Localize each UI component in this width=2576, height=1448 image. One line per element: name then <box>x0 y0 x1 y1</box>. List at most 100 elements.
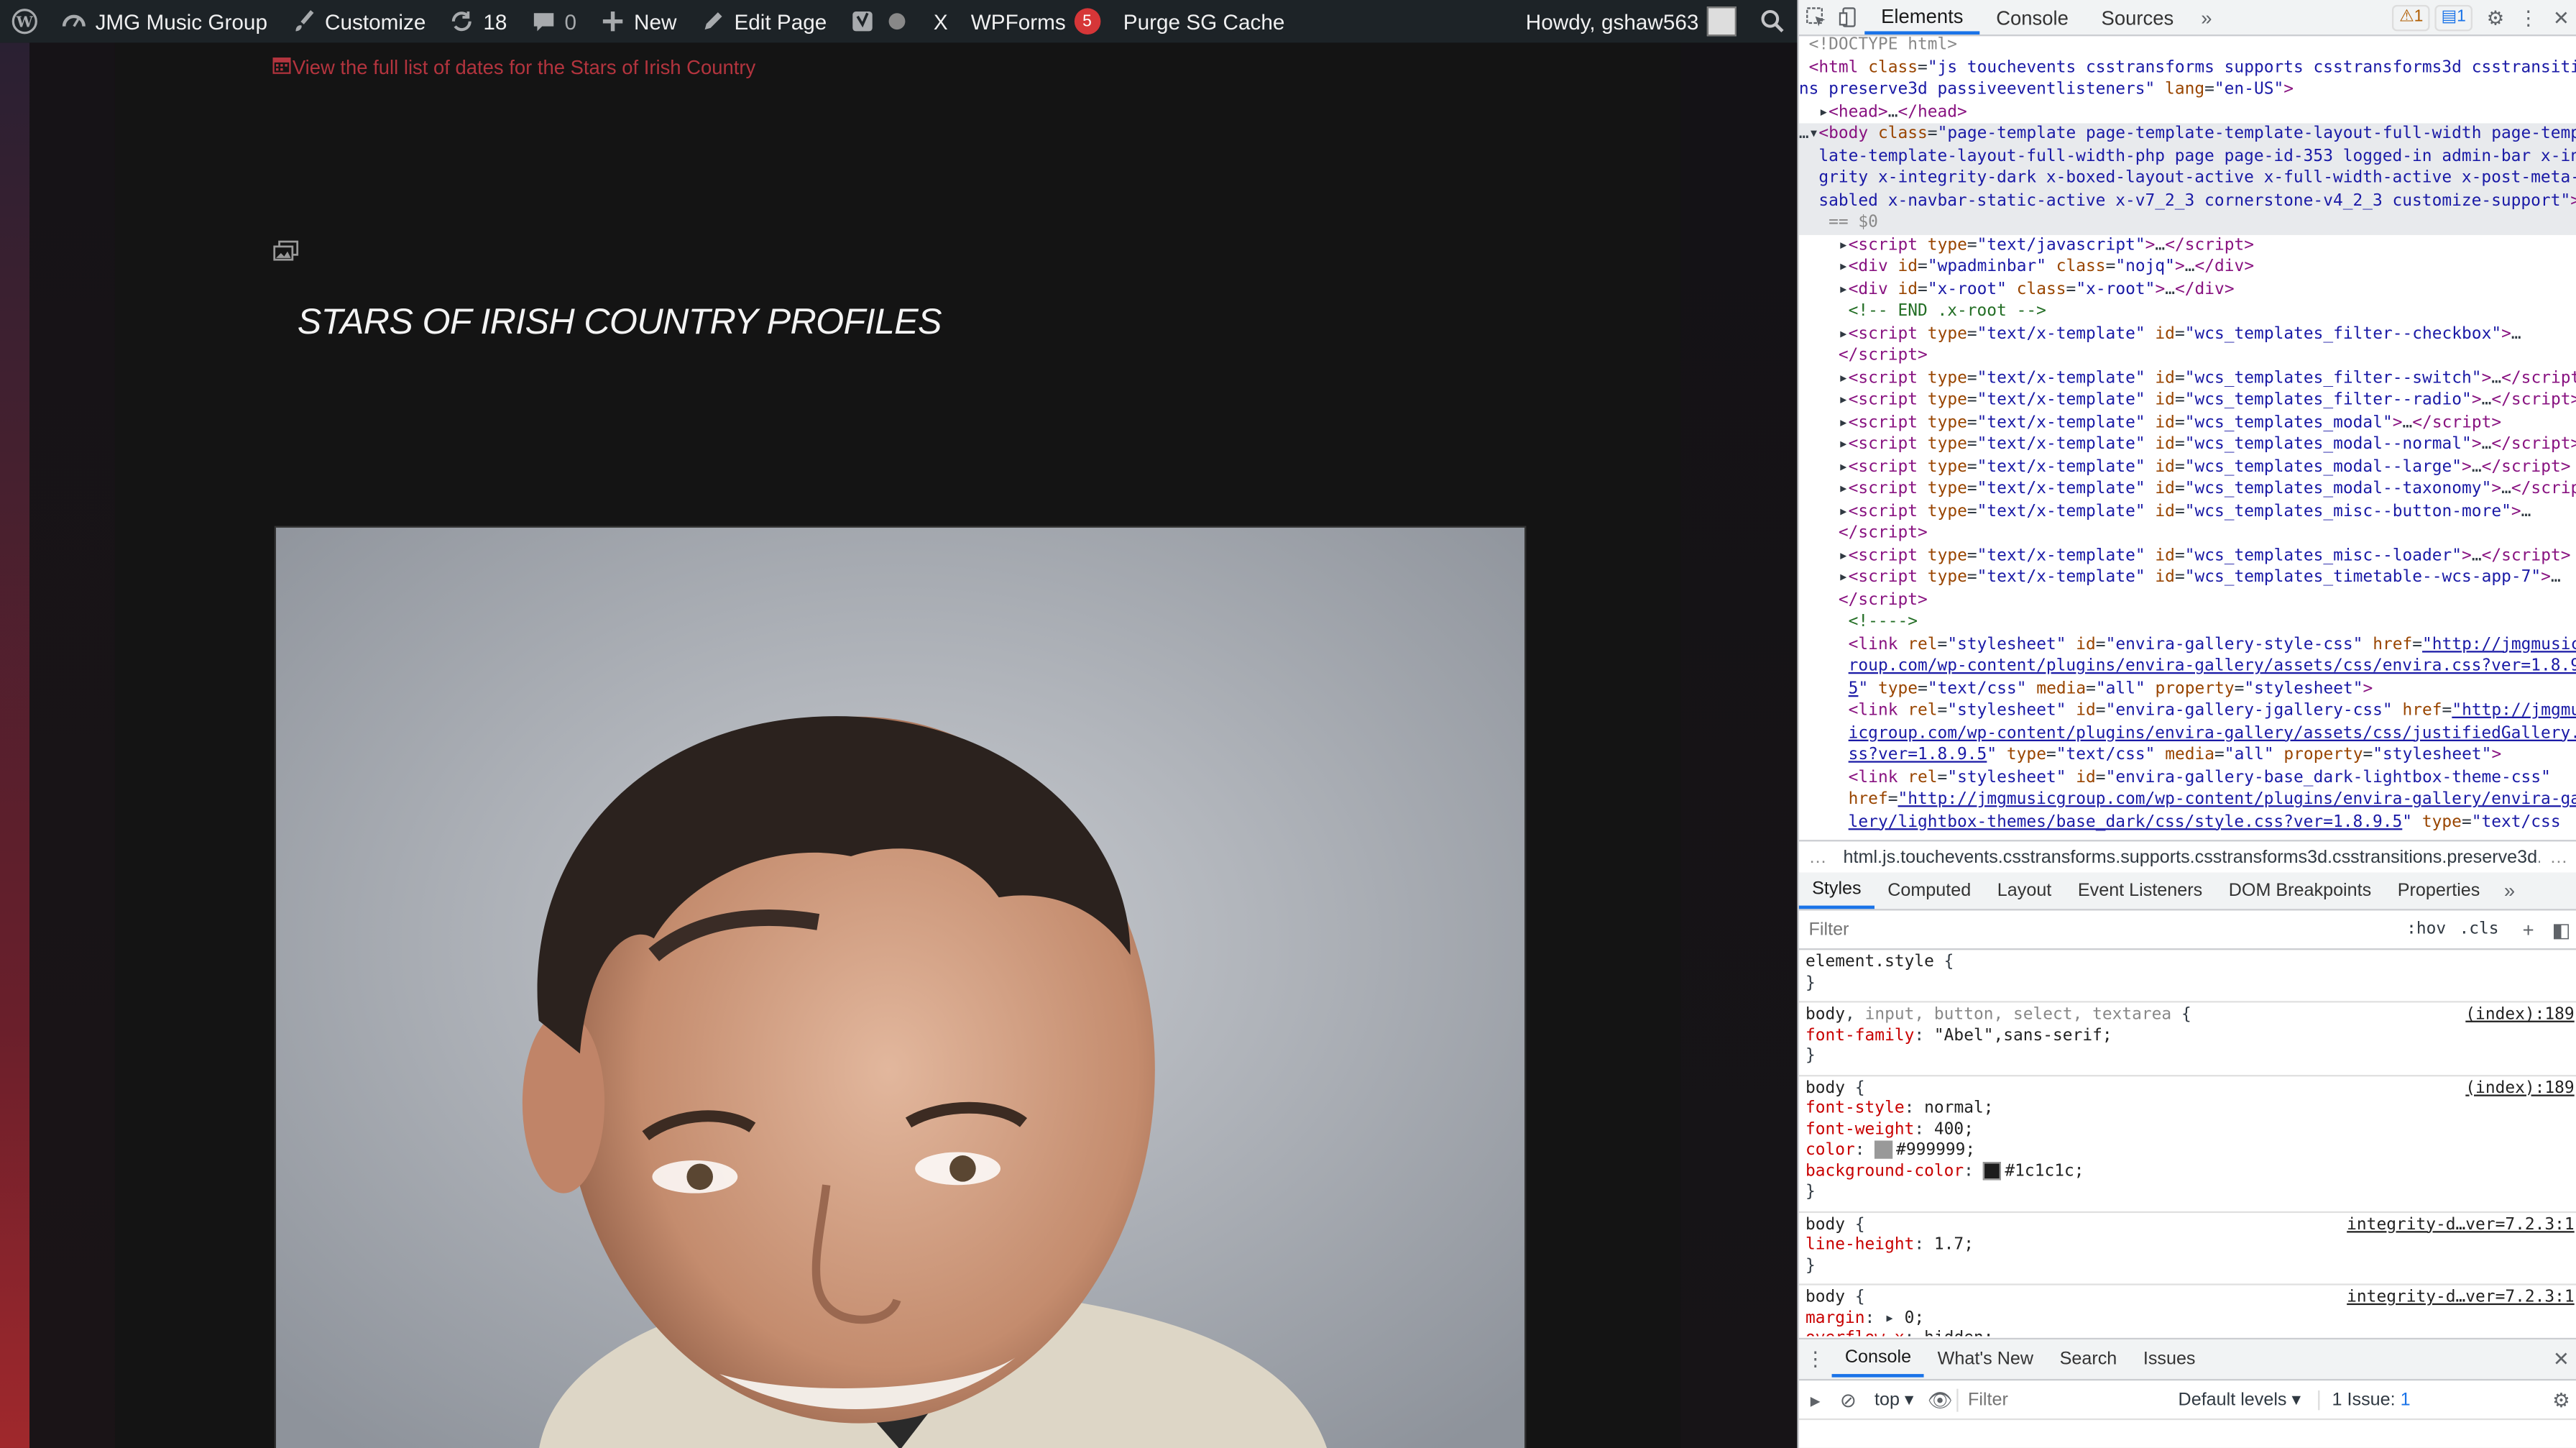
x-theme-button[interactable]: X <box>922 0 960 42</box>
edit-page-button[interactable]: Edit Page <box>688 0 838 42</box>
dom-line[interactable]: ss?ver=1.8.9.5" type="text/css" media="a… <box>1799 745 2576 767</box>
dom-line[interactable]: ▸<script type="text/x-template" id="wcs_… <box>1799 367 2576 390</box>
tab-console[interactable]: Console <box>1979 0 2084 35</box>
breadcrumb-ellipsis[interactable]: … <box>1809 847 1827 866</box>
log-levels-dropdown[interactable]: Default levels ▾ <box>2179 1389 2301 1410</box>
wordpress-logo-button[interactable]: W <box>0 0 50 42</box>
tab-elements[interactable]: Elements <box>1864 0 1980 35</box>
dom-line[interactable]: ▸<script type="text/x-template" id="wcs_… <box>1799 500 2576 523</box>
settings-gear-icon[interactable]: ⚙ <box>2479 1 2512 34</box>
color-swatch[interactable] <box>1983 1162 2002 1181</box>
device-toolbar-icon[interactable] <box>1832 1 1865 34</box>
dom-line[interactable]: </script> <box>1799 590 2576 612</box>
breadcrumb-html[interactable]: html.js.touchevents.csstransforms.suppor… <box>1844 847 2540 866</box>
style-rule[interactable]: (index):189 body, input, button, select,… <box>1798 1002 2576 1076</box>
dom-line[interactable]: </script> <box>1799 345 2576 367</box>
dom-line[interactable]: icgroup.com/wp-content/plugins/envira-ga… <box>1799 723 2576 745</box>
dom-selected-body[interactable]: …▾<body class="page-template page-templa… <box>1798 123 2576 234</box>
dom-line[interactable]: ▸<script type="text/x-template" id="wcs_… <box>1799 434 2576 457</box>
drawer-tab-console[interactable]: Console <box>1831 1341 1925 1378</box>
styles-filter-input[interactable] <box>1798 917 2407 941</box>
dom-line[interactable]: <link rel="stylesheet" id="envira-galler… <box>1799 633 2576 656</box>
kebab-menu-icon[interactable]: ⋮ <box>2512 1 2545 34</box>
dom-tree[interactable]: <!DOCTYPE html> <html class="js toucheve… <box>1798 35 2576 840</box>
wpforms-button[interactable]: WPForms 5 <box>960 0 1112 42</box>
style-rule[interactable]: integrity-d…ver=7.2.3:1 body { margin: ▸… <box>1799 1286 2576 1336</box>
dom-line[interactable]: <!DOCTYPE html> <box>1799 35 2576 57</box>
dom-line[interactable]: ▸<script type="text/x-template" id="wcs_… <box>1799 412 2576 434</box>
style-rule[interactable]: (index):189 body { font-style: normal; f… <box>1798 1076 2576 1212</box>
color-swatch[interactable] <box>1874 1140 1893 1159</box>
more-tabs-icon[interactable]: » <box>2190 1 2223 34</box>
dom-line[interactable]: roup.com/wp-content/plugins/envira-galle… <box>1799 656 2576 678</box>
new-content-button[interactable]: New <box>588 0 688 42</box>
dom-line[interactable]: ▸<script type="text/x-template" id="wcs_… <box>1799 545 2576 567</box>
dom-line[interactable]: ▸<script type="text/javascript">…</scrip… <box>1799 234 2576 257</box>
account-menu[interactable]: Howdy, gshaw563 <box>1514 0 1748 42</box>
customize-button[interactable]: Customize <box>279 0 437 42</box>
dates-link[interactable]: View the full list of dates for the Star… <box>272 56 755 79</box>
admin-search-button[interactable] <box>1748 0 1798 42</box>
search-icon <box>1760 8 1786 35</box>
warnings-badge[interactable]: ⚠ 1 <box>2393 4 2430 31</box>
dom-line[interactable]: ▸<script type="text/x-template" id="wcs_… <box>1799 478 2576 500</box>
dom-line[interactable]: ▸<script type="text/x-template" id="wcs_… <box>1799 456 2576 478</box>
new-rule-plus-icon[interactable]: + <box>2512 913 2545 946</box>
updates-button[interactable]: 18 <box>437 0 518 42</box>
yoast-seo-button[interactable] <box>838 0 922 42</box>
dom-line[interactable]: lery/lightbox-themes/base_dark/css/style… <box>1799 811 2576 833</box>
breadcrumb-more[interactable]: … <box>2549 847 2567 866</box>
style-rule[interactable]: element.style { } <box>1798 950 2576 1003</box>
hover-state-toggle[interactable]: :hov <box>2406 920 2446 938</box>
purge-cache-button[interactable]: Purge SG Cache <box>1112 0 1297 42</box>
subtab-layout[interactable]: Layout <box>1984 873 2065 909</box>
drawer-menu-icon[interactable]: ⋮ <box>1799 1343 1832 1376</box>
subtab-computed[interactable]: Computed <box>1874 873 1984 909</box>
dom-line[interactable]: ▸<head>…</head> <box>1799 101 2576 124</box>
dom-line[interactable]: <html class="js touchevents csstransform… <box>1799 57 2576 79</box>
subtab-event-listeners[interactable]: Event Listeners <box>2065 873 2216 909</box>
tab-sources[interactable]: Sources <box>2085 0 2190 35</box>
close-devtools-icon[interactable]: ✕ <box>2545 1 2576 34</box>
inspect-element-icon[interactable] <box>1799 1 1832 34</box>
dom-line[interactable]: href="http://jmgmusicgroup.com/wp-conten… <box>1799 789 2576 811</box>
context-selector[interactable]: top ▾ <box>1874 1389 1914 1410</box>
dom-line[interactable]: ▸<div id="x-root" class="x-root">…</div> <box>1799 278 2576 301</box>
updates-icon <box>448 8 475 35</box>
drawer-tab-issues[interactable]: Issues <box>2130 1341 2209 1377</box>
toggle-sidebar-icon[interactable]: ◧ <box>2545 913 2576 946</box>
more-subtabs-icon[interactable]: » <box>2493 874 2526 907</box>
comments-button[interactable]: 0 <box>518 0 588 42</box>
dom-line[interactable]: 5" type="text/css" media="all" property=… <box>1799 678 2576 700</box>
site-name-menu[interactable]: JMG Music Group <box>50 0 279 42</box>
dom-line[interactable]: <!----> <box>1799 611 2576 633</box>
console-filter-input[interactable] <box>1956 1388 2168 1411</box>
style-rule[interactable]: integrity-d…ver=7.2.3:1 body { line-heig… <box>1798 1212 2576 1286</box>
issues-counter[interactable]: 1 Issue: 1 <box>2317 1389 2411 1410</box>
subtab-dom-breakpoints[interactable]: DOM Breakpoints <box>2215 873 2384 909</box>
dom-line[interactable]: <!-- END .x-root --> <box>1799 301 2576 323</box>
subtab-styles[interactable]: Styles <box>1798 873 1874 909</box>
dom-line[interactable]: ▸<script type="text/x-template" id="wcs_… <box>1799 323 2576 345</box>
styles-pane[interactable]: element.style { } (index):189 body, inpu… <box>1798 950 2576 1337</box>
class-toggle[interactable]: .cls <box>2459 920 2498 938</box>
dom-line[interactable]: <link rel="stylesheet" id="envira-galler… <box>1799 766 2576 789</box>
profile-photo[interactable] <box>274 526 1527 1448</box>
dom-line[interactable]: <link rel="stylesheet" id="envira-galler… <box>1799 700 2576 723</box>
console-settings-gear-icon[interactable]: ⚙ <box>2545 1383 2576 1416</box>
live-expression-eye-icon[interactable]: 👁 <box>1923 1383 1956 1416</box>
dom-line[interactable]: ▸<script type="text/x-template" id="wcs_… <box>1799 567 2576 590</box>
dom-line[interactable]: ns preserve3d passiveeventlisteners" lan… <box>1799 79 2576 101</box>
dom-line[interactable]: ▸<div id="wpadminbar" class="nojq">…</di… <box>1799 257 2576 279</box>
dom-line[interactable]: ▸<script type="text/x-template" id="wcs_… <box>1799 390 2576 412</box>
dom-line[interactable]: </script> <box>1799 523 2576 545</box>
drawer-tab-search[interactable]: Search <box>2046 1341 2130 1377</box>
drawer-tab-whats-new[interactable]: What's New <box>1924 1341 2046 1377</box>
show-sidebar-icon[interactable]: ▸ <box>1799 1383 1832 1416</box>
close-drawer-icon[interactable]: ✕ <box>2545 1343 2576 1376</box>
clear-console-icon[interactable]: ⊘ <box>1832 1383 1865 1416</box>
subtab-properties[interactable]: Properties <box>2384 873 2493 909</box>
portrait-image <box>275 527 1525 1448</box>
breadcrumb[interactable]: … html.js.touchevents.csstransforms.supp… <box>1798 840 2576 875</box>
messages-badge[interactable]: ▤ 1 <box>2434 4 2472 31</box>
